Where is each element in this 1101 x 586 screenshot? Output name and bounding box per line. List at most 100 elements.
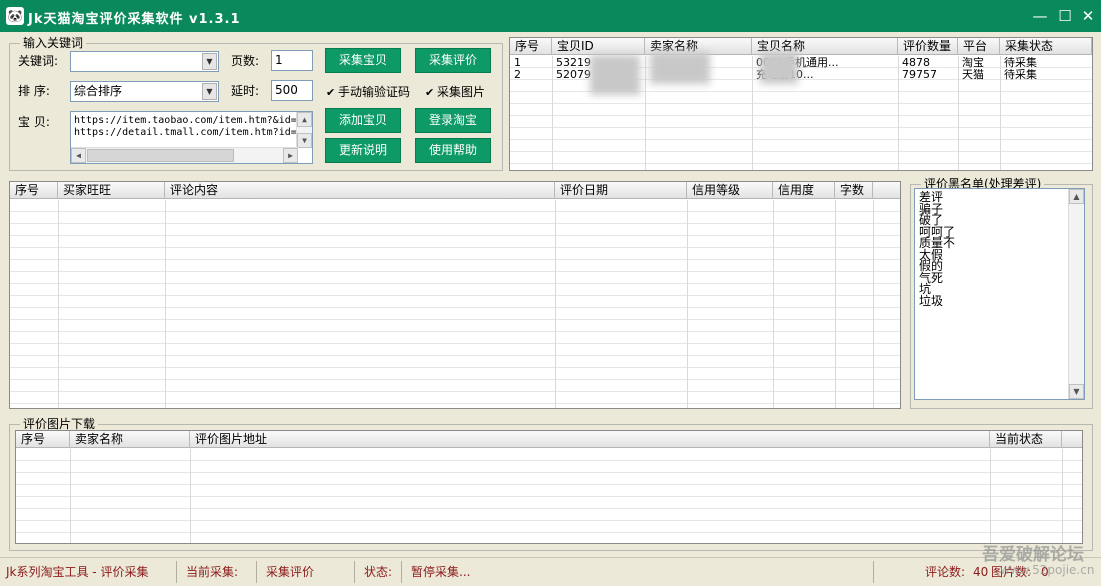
images-table-body <box>16 449 1082 543</box>
status-current-label: 当前采集: <box>186 565 239 579</box>
maximize-button[interactable]: ☐ <box>1055 6 1075 26</box>
col-header[interactable]: 序号 <box>10 182 58 199</box>
status-tool-label: Jk系列淘宝工具 - 评价采集 <box>6 565 149 579</box>
watermark-text: 吾爱破解论坛 <box>982 545 1084 565</box>
collect-images-label: 采集图片 <box>437 85 486 99</box>
keyword-combo[interactable]: ▼ <box>70 51 219 72</box>
row-no: 1 <box>514 57 521 69</box>
horizontal-scrollbar[interactable]: ◀ ▶ <box>71 147 298 163</box>
redaction-blur <box>590 55 640 95</box>
reviews-table[interactable]: 序号 买家旺旺 评论内容 评价日期 信用等级 信用度 字数 <box>9 181 901 409</box>
col-header[interactable]: 采集状态 <box>1000 38 1092 55</box>
delay-label: 延时: <box>231 84 260 98</box>
items-table-header: 序号 宝贝ID 卖家名称 宝贝名称 评价数量 平台 采集状态 <box>510 38 1092 55</box>
pages-label: 页数: <box>231 54 260 68</box>
reviews-table-body <box>10 200 900 408</box>
update-notes-button[interactable]: 更新说明 <box>325 138 401 163</box>
col-header[interactable]: 评价图片地址 <box>190 431 990 448</box>
panda-icon: 🐼 <box>6 7 24 25</box>
status-current-value: 采集评价 <box>266 565 315 579</box>
manual-captcha-checkbox[interactable]: ✔ 手动输验证码 <box>326 83 410 102</box>
scroll-up-icon[interactable]: ▲ <box>1069 189 1084 204</box>
col-header[interactable]: 当前状态 <box>990 431 1062 448</box>
collect-items-button[interactable]: 采集宝贝 <box>325 48 401 73</box>
vertical-scrollbar[interactable]: ▲ ▼ <box>1068 189 1084 399</box>
status-state-value: 暂停采集... <box>411 565 471 579</box>
col-header[interactable]: 买家旺旺 <box>58 182 165 199</box>
chevron-down-icon[interactable]: ▼ <box>202 53 217 70</box>
scroll-up-icon[interactable]: ▲ <box>297 112 312 127</box>
row-review-count: 79757 <box>902 69 937 81</box>
col-header[interactable]: 序号 <box>510 38 552 55</box>
col-header[interactable]: 评价数量 <box>898 38 958 55</box>
blacklist-list: 差评 骗子 破了 呵呵了 质量不 太假 假的 气死 坑 垃圾 <box>915 189 1084 307</box>
collect-images-checkbox[interactable]: ✔ 采集图片 <box>425 83 485 102</box>
col-header[interactable]: 评价日期 <box>555 182 687 199</box>
blacklist-textarea[interactable]: 差评 骗子 破了 呵呵了 质量不 太假 假的 气死 坑 垃圾 ▲ ▼ <box>914 188 1085 400</box>
row-status: 待采集 <box>1004 57 1037 69</box>
status-review-count-value: 40 <box>973 565 989 579</box>
row-no: 2 <box>514 69 521 81</box>
manual-captcha-label: 手动输验证码 <box>338 85 411 99</box>
list-item: 质量不 <box>919 236 956 250</box>
items-line: https://detail.tmall.com/item.htm?id=5 <box>74 127 297 138</box>
list-item: 气死 <box>919 270 944 285</box>
keyword-label: 关键词: <box>18 54 59 68</box>
status-state-label: 状态: <box>364 565 393 579</box>
images-table-header: 序号 卖家名称 评价图片地址 当前状态 <box>16 431 1082 448</box>
collect-reviews-button[interactable]: 采集评价 <box>415 48 491 73</box>
row-review-count: 4878 <box>902 57 930 69</box>
scroll-right-icon[interactable]: ▶ <box>283 148 298 163</box>
row-platform: 天猫 <box>962 69 984 81</box>
items-textarea[interactable]: https://item.taobao.com/item.htm?&id=5 h… <box>70 111 313 164</box>
items-table[interactable]: 序号 宝贝ID 卖家名称 宝贝名称 评价数量 平台 采集状态 1 53219 0… <box>509 37 1093 171</box>
list-item: 假的 <box>919 259 944 273</box>
help-button[interactable]: 使用帮助 <box>415 138 491 163</box>
add-item-button[interactable]: 添加宝贝 <box>325 108 401 133</box>
scroll-down-icon[interactable]: ▼ <box>297 133 312 148</box>
chevron-down-icon[interactable]: ▼ <box>202 83 217 100</box>
row-status: 待采集 <box>1004 69 1037 81</box>
redaction-blur <box>760 52 798 84</box>
list-item: 太假 <box>919 247 944 262</box>
close-button[interactable]: ✕ <box>1078 6 1098 26</box>
sort-select[interactable]: 综合排序 ▼ <box>70 81 219 102</box>
delay-input[interactable]: 500 <box>271 80 313 101</box>
minimize-button[interactable]: — <box>1030 6 1050 26</box>
keyword-group-title: 输入关键词 <box>20 36 87 50</box>
pages-input[interactable]: 1 <box>271 50 313 71</box>
list-item: 垃圾 <box>919 293 944 308</box>
scroll-left-icon[interactable]: ◀ <box>71 148 86 163</box>
list-item: 骗子 <box>919 201 944 216</box>
images-group-title: 评价图片下载 <box>20 417 99 431</box>
vertical-scrollbar[interactable]: ▲ ▼ <box>296 112 312 148</box>
col-header[interactable]: 卖家名称 <box>70 431 190 448</box>
col-header[interactable]: 信用度 <box>773 182 835 199</box>
col-header[interactable]: 宝贝ID <box>552 38 645 55</box>
sort-label: 排 序: <box>18 84 50 98</box>
status-bar: Jk系列淘宝工具 - 评价采集 当前采集: 采集评价 状态: 暂停采集... 评… <box>0 557 1101 586</box>
redaction-blur <box>650 52 710 84</box>
reviews-table-header: 序号 买家旺旺 评论内容 评价日期 信用等级 信用度 字数 <box>10 182 900 199</box>
images-table[interactable]: 序号 卖家名称 评价图片地址 当前状态 <box>15 430 1083 544</box>
window-title: Jk天猫淘宝评价采集软件 v1.3.1 <box>28 12 241 27</box>
col-header[interactable]: 平台 <box>958 38 1000 55</box>
checkmark-icon: ✔ <box>425 86 435 99</box>
col-header[interactable]: 信用等级 <box>687 182 773 199</box>
list-item: 差评 <box>919 190 944 204</box>
col-header[interactable]: 评论内容 <box>165 182 555 199</box>
login-taobao-button[interactable]: 登录淘宝 <box>415 108 491 133</box>
title-bar[interactable]: 🐼 Jk天猫淘宝评价采集软件 v1.3.1 — ☐ ✕ <box>0 0 1101 32</box>
watermark-url: www.52pojie.cn <box>1000 563 1095 577</box>
col-header[interactable]: 字数 <box>835 182 873 199</box>
list-item: 坑 <box>919 282 932 296</box>
checkmark-icon: ✔ <box>326 86 336 99</box>
sort-value: 综合排序 <box>74 84 123 98</box>
status-review-count-label: 评论数: <box>925 565 966 579</box>
row-platform: 淘宝 <box>962 57 984 69</box>
items-label: 宝 贝: <box>18 115 50 129</box>
items-line: https://item.taobao.com/item.htm?&id=5 <box>74 115 297 126</box>
col-header[interactable]: 序号 <box>16 431 70 448</box>
scroll-down-icon[interactable]: ▼ <box>1069 384 1084 399</box>
scroll-thumb[interactable] <box>87 149 234 162</box>
